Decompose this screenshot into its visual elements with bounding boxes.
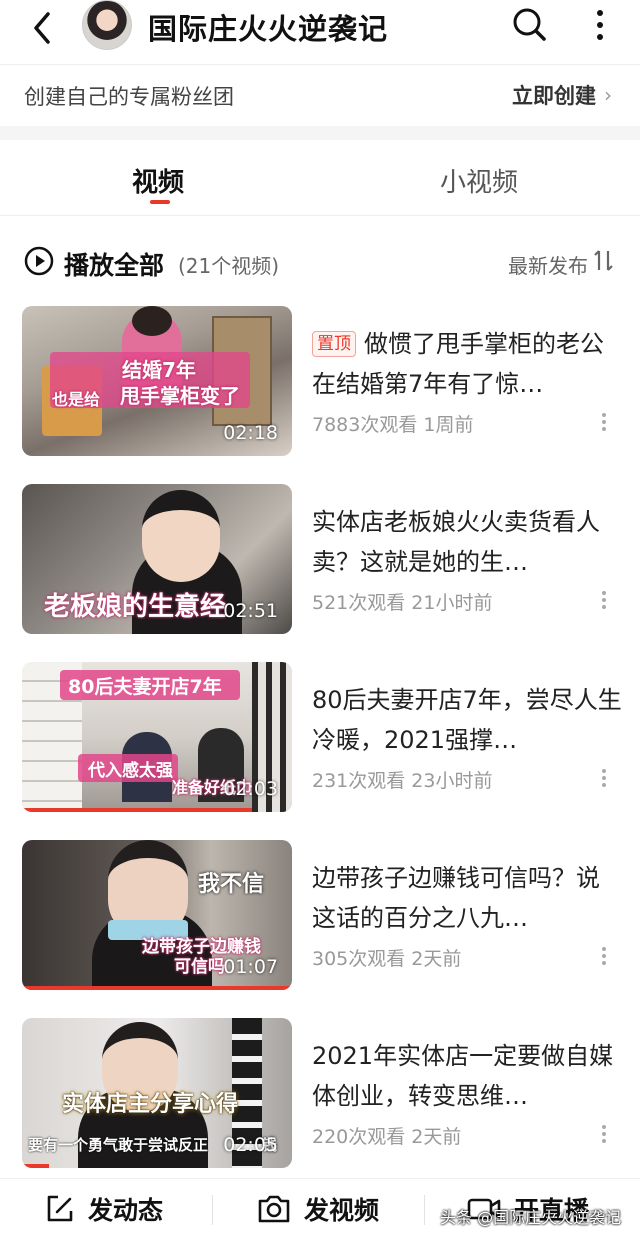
video-title[interactable]: 实体店老板娘火火卖货看人卖？这就是她的生… bbox=[312, 502, 622, 582]
active-tab-indicator bbox=[150, 200, 170, 204]
video-title[interactable]: 置顶 做惯了甩手掌柜的老公在结婚第7年有了惊… bbox=[312, 324, 622, 404]
thumbnail-caption: 我不信 bbox=[198, 872, 265, 897]
play-all-row: 播放全部 (21个视频) 最新发布 bbox=[0, 232, 640, 292]
more-vertical-icon[interactable] bbox=[596, 410, 612, 434]
thumbnail-caption: 可信吗 bbox=[174, 957, 225, 977]
video-list-item[interactable]: 80后夫妻开店7年 代入感太强 准备好纸巾 02:03 80后夫妻开店7年，尝尽… bbox=[0, 662, 640, 822]
create-fan-club-button[interactable]: 立即创建 › bbox=[512, 80, 612, 110]
thumbnail-caption: 80后夫妻开店7年 bbox=[68, 676, 222, 698]
search-icon[interactable] bbox=[510, 6, 548, 44]
video-title[interactable]: 2021年实体店一定要做自媒体创业，转变思维… bbox=[312, 1036, 622, 1116]
video-list-item[interactable]: 老板娘的生意经 02:51 实体店老板娘火火卖货看人卖？这就是她的生… 521次… bbox=[0, 484, 640, 644]
video-list-item[interactable]: 我不信 边带孩子边赚钱 可信吗 01:07 边带孩子边赚钱可信吗？说这话的百分之… bbox=[0, 840, 640, 1000]
video-duration: 02:18 bbox=[223, 422, 278, 444]
more-vertical-icon[interactable] bbox=[588, 6, 612, 44]
channel-title: 国际庄火火逆袭记 bbox=[148, 12, 389, 46]
video-duration: 02:05 bbox=[223, 1134, 278, 1156]
thumbnail-caption: 老板娘的生意经 bbox=[44, 592, 227, 622]
channel-avatar[interactable] bbox=[82, 0, 132, 50]
fan-club-text: 创建自己的专属粉丝团 bbox=[24, 85, 234, 109]
person-head bbox=[132, 306, 172, 336]
video-meta: 521次观看 21小时前 bbox=[312, 592, 493, 614]
watch-progress-bar bbox=[22, 986, 292, 990]
video-thumbnail[interactable]: 我不信 边带孩子边赚钱 可信吗 01:07 bbox=[22, 840, 292, 990]
thumbnail-caption: 结婚7年 bbox=[122, 358, 196, 382]
video-title[interactable]: 边带孩子边赚钱可信吗？说这话的百分之八九… bbox=[312, 858, 622, 938]
video-meta: 7883次观看 1周前 bbox=[312, 414, 474, 436]
edit-icon bbox=[47, 1195, 73, 1222]
divider bbox=[424, 1195, 425, 1225]
video-count: (21个视频) bbox=[178, 254, 280, 278]
play-circle-icon[interactable] bbox=[24, 246, 54, 276]
person-face bbox=[142, 490, 220, 582]
more-vertical-icon[interactable] bbox=[596, 588, 612, 612]
video-duration: 02:51 bbox=[223, 600, 278, 622]
more-vertical-icon[interactable] bbox=[596, 766, 612, 790]
app-header: 国际庄火火逆袭记 bbox=[0, 0, 640, 64]
video-thumbnail[interactable]: 结婚7年 甩手掌柜变了 也是给 02:18 bbox=[22, 306, 292, 456]
video-meta: 220次观看 2天前 bbox=[312, 1126, 462, 1148]
post-video-label: 发视频 bbox=[304, 1196, 380, 1225]
chevron-right-icon: › bbox=[604, 83, 612, 107]
post-update-label: 发动态 bbox=[88, 1196, 164, 1225]
more-vertical-icon[interactable] bbox=[596, 1122, 612, 1146]
more-vertical-icon[interactable] bbox=[596, 944, 612, 968]
sort-button[interactable]: 最新发布 bbox=[508, 250, 588, 279]
thumbnail-caption: 实体店主分享心得 bbox=[62, 1092, 239, 1117]
video-list-item[interactable]: 结婚7年 甩手掌柜变了 也是给 02:18 置顶 做惯了甩手掌柜的老公在结婚第7年… bbox=[0, 306, 640, 466]
thumbnail-caption: 代入感太强 bbox=[88, 761, 173, 781]
sort-icon[interactable] bbox=[592, 248, 616, 274]
play-all-button[interactable]: 播放全部 bbox=[64, 246, 164, 282]
watch-progress-bar bbox=[22, 1164, 49, 1168]
pinned-badge: 置顶 bbox=[312, 331, 356, 357]
video-title[interactable]: 80后夫妻开店7年，尝尽人生冷暖，2021强撑… bbox=[312, 680, 622, 760]
thumbnail-caption: 要有一个勇气敢于尝试反正 bbox=[28, 1136, 209, 1154]
post-video-button[interactable]: 发视频 bbox=[256, 1191, 379, 1227]
video-meta: 305次观看 2天前 bbox=[312, 948, 462, 970]
watch-progress-bar bbox=[22, 808, 252, 812]
video-duration: 02:03 bbox=[223, 778, 278, 800]
thumbnail-caption: 甩手掌柜变了 bbox=[120, 384, 240, 408]
video-meta: 231次观看 23小时前 bbox=[312, 770, 493, 792]
thumbnail-caption: 也是给 bbox=[52, 390, 101, 409]
divider bbox=[212, 1195, 213, 1225]
tab-short-video[interactable]: 小视频 bbox=[440, 162, 518, 199]
tab-video[interactable]: 视频 bbox=[132, 162, 184, 199]
back-arrow-icon[interactable] bbox=[28, 10, 58, 46]
post-update-button[interactable]: 发动态 bbox=[44, 1191, 163, 1227]
fan-club-banner: 创建自己的专属粉丝团 立即创建 › bbox=[0, 64, 640, 126]
camera-icon bbox=[258, 1195, 290, 1223]
video-list-item[interactable]: 实体店主分享心得 要有一个勇气敢于尝试反正 钱 02:05 2021年实体店一定… bbox=[0, 1018, 640, 1178]
video-thumbnail[interactable]: 实体店主分享心得 要有一个勇气敢于尝试反正 钱 02:05 bbox=[22, 1018, 292, 1168]
content-tabs: 视频 小视频 bbox=[0, 140, 640, 216]
watermark: 头条 @国际庄火火逆袭记 bbox=[440, 1208, 622, 1227]
video-thumbnail[interactable]: 老板娘的生意经 02:51 bbox=[22, 484, 292, 634]
section-divider bbox=[0, 126, 640, 140]
create-fan-club-label: 立即创建 bbox=[512, 84, 596, 108]
video-thumbnail[interactable]: 80后夫妻开店7年 代入感太强 准备好纸巾 02:03 bbox=[22, 662, 292, 812]
video-duration: 01:07 bbox=[223, 956, 278, 978]
